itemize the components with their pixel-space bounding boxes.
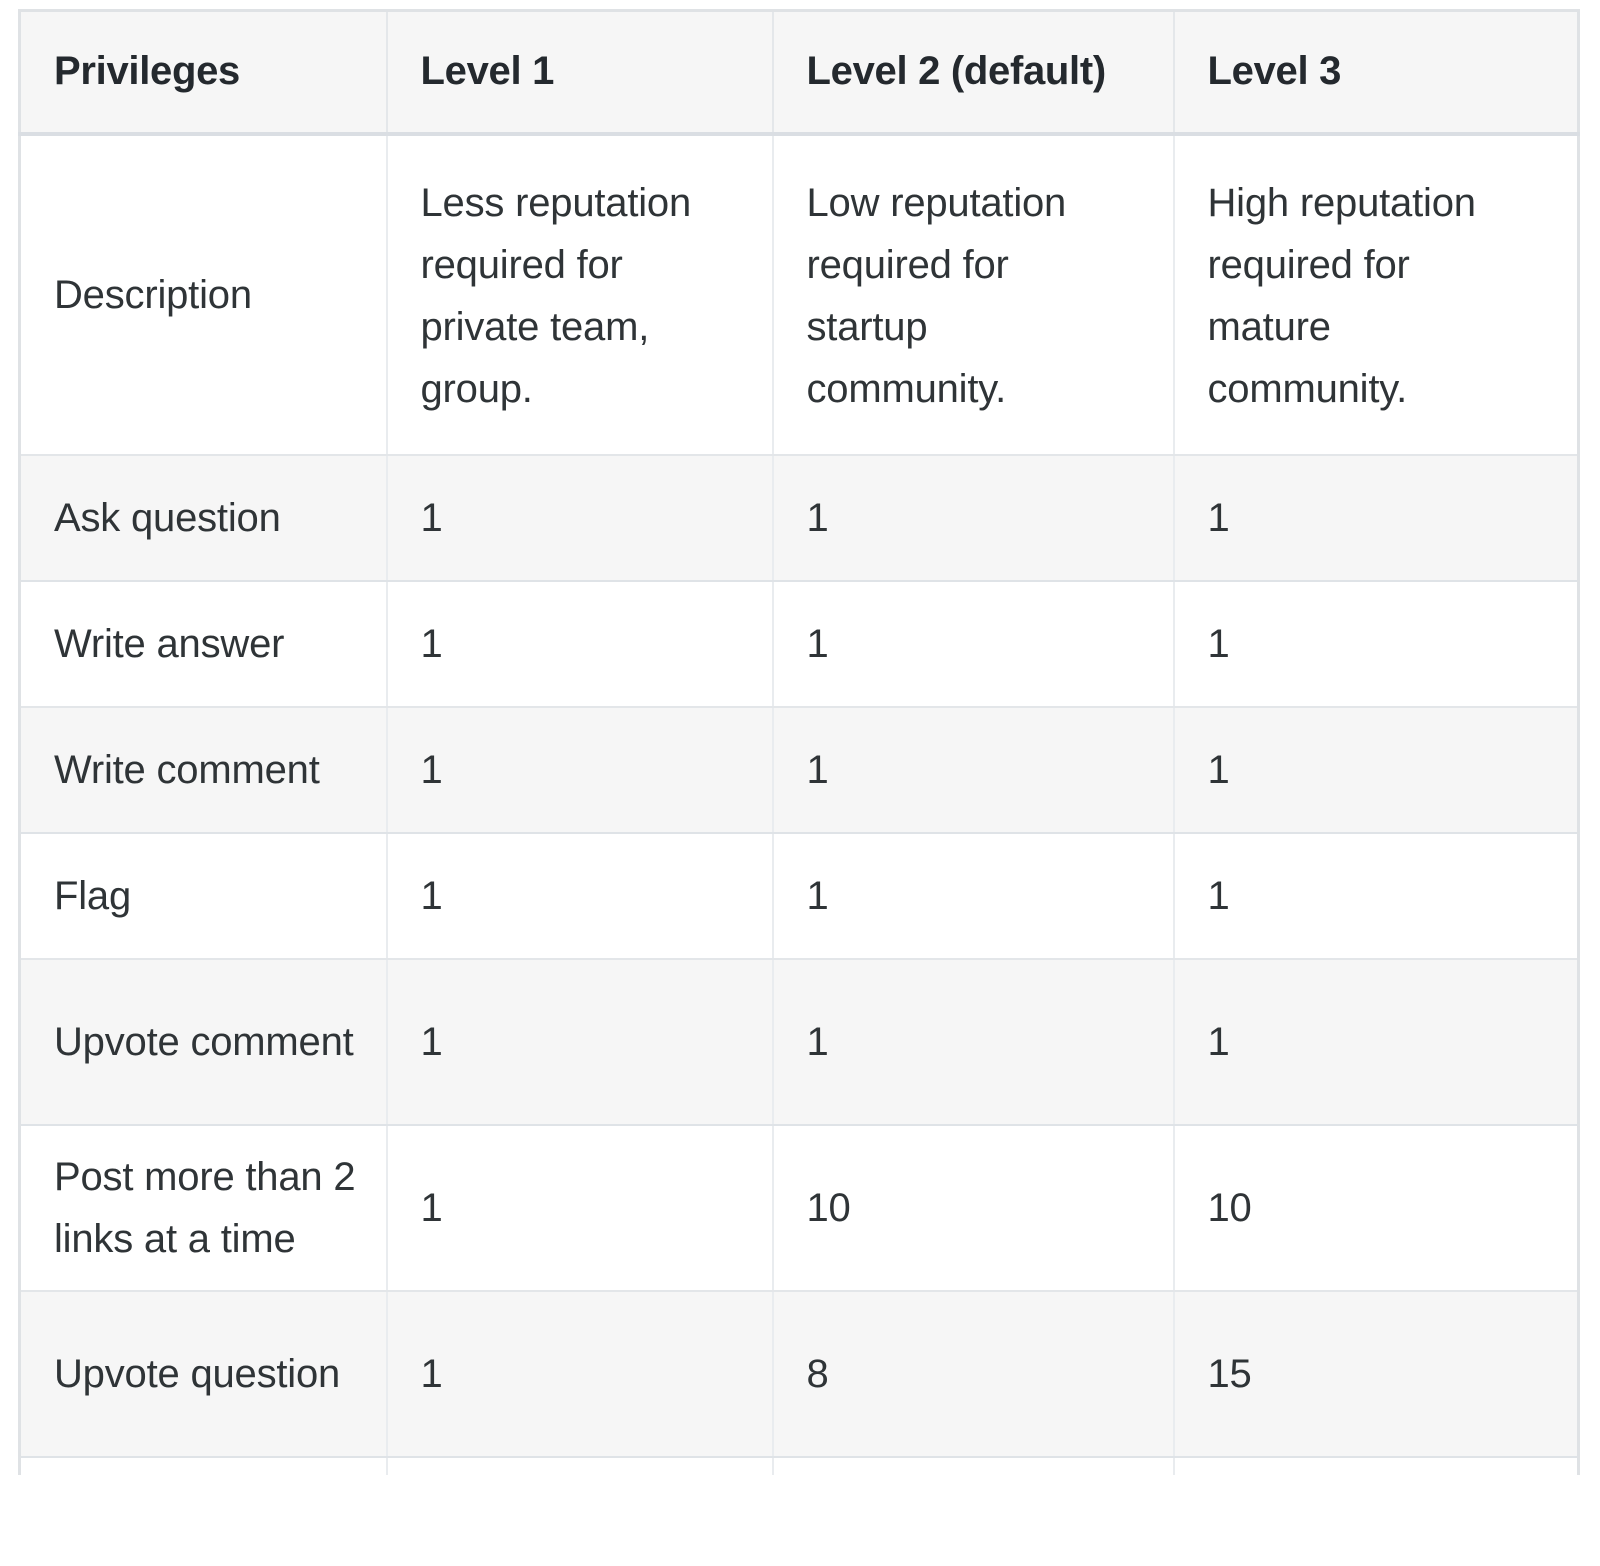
cell-post-links-level-3: 10 bbox=[1173, 1124, 1579, 1292]
cell-flag-level-2: 1 bbox=[772, 832, 1175, 960]
cell-ask-question-level-3: 1 bbox=[1173, 454, 1579, 582]
column-header-level-2: Level 2 (default) bbox=[772, 10, 1175, 136]
cell-post-links-level-1: 1 bbox=[386, 1124, 774, 1292]
table-row-write-answer: Write answer 1 1 1 bbox=[19, 580, 1579, 708]
privileges-table-page: Privileges Level 1 Level 2 (default) Lev… bbox=[0, 0, 1600, 1566]
row-label-description: Description bbox=[19, 133, 388, 456]
column-header-level-3: Level 3 bbox=[1173, 10, 1579, 136]
cell-post-links-level-2: 10 bbox=[772, 1124, 1175, 1292]
row-label-upvote-comment: Upvote comment bbox=[19, 958, 388, 1126]
row-label-upvote-comment-text: Upvote comment bbox=[54, 1019, 354, 1064]
row-label-post-more-than-2-links: Post more than 2 links at a time bbox=[19, 1124, 388, 1292]
privileges-table: Privileges Level 1 Level 2 (default) Lev… bbox=[18, 9, 1580, 1475]
table-row-upvote-question: Upvote question 1 8 15 bbox=[19, 1290, 1579, 1458]
column-header-privileges: Privileges bbox=[19, 10, 388, 136]
cell-upvote-question-level-1: 1 bbox=[386, 1290, 774, 1458]
cell-partial-4 bbox=[1173, 1456, 1579, 1475]
table-header-row: Privileges Level 1 Level 2 (default) Lev… bbox=[19, 10, 1579, 136]
cell-write-comment-level-3: 1 bbox=[1173, 706, 1579, 834]
cell-write-comment-level-2: 1 bbox=[772, 706, 1175, 834]
row-label-flag: Flag bbox=[19, 832, 388, 960]
cell-write-answer-level-2: 1 bbox=[772, 580, 1175, 708]
row-label-post-more-than-2-links-text: Post more than 2 links at a time bbox=[54, 1154, 356, 1261]
table-header: Privileges Level 1 Level 2 (default) Lev… bbox=[19, 10, 1579, 136]
row-label-ask-question: Ask question bbox=[19, 454, 388, 582]
cell-ask-question-level-1: 1 bbox=[386, 454, 774, 582]
cell-upvote-comment-level-2: 1 bbox=[772, 958, 1175, 1126]
cell-flag-level-1: 1 bbox=[386, 832, 774, 960]
cell-write-comment-level-1: 1 bbox=[386, 706, 774, 834]
table-row-partial-cutoff bbox=[19, 1456, 1579, 1475]
cell-partial-3 bbox=[772, 1456, 1175, 1475]
cell-write-answer-level-1: 1 bbox=[386, 580, 774, 708]
cell-description-level-3-text: High reputation required for mature comm… bbox=[1207, 180, 1476, 411]
cell-description-level-3: High reputation required for mature comm… bbox=[1173, 133, 1579, 456]
cell-description-level-2-text: Low reputation required for startup comm… bbox=[806, 180, 1067, 411]
table-row-write-comment: Write comment 1 1 1 bbox=[19, 706, 1579, 834]
cell-upvote-comment-level-3: 1 bbox=[1173, 958, 1579, 1126]
row-label-write-answer: Write answer bbox=[19, 580, 388, 708]
table-row-upvote-comment: Upvote comment 1 1 1 bbox=[19, 958, 1579, 1126]
cell-upvote-question-level-3: 15 bbox=[1173, 1290, 1579, 1458]
cell-ask-question-level-2: 1 bbox=[772, 454, 1175, 582]
cell-partial-1 bbox=[19, 1456, 388, 1475]
row-label-write-comment: Write comment bbox=[19, 706, 388, 834]
row-label-upvote-question-text: Upvote question bbox=[54, 1351, 341, 1396]
cell-upvote-question-level-2: 8 bbox=[772, 1290, 1175, 1458]
table-row-flag: Flag 1 1 1 bbox=[19, 832, 1579, 960]
cell-description-level-1: Less reputation required for private tea… bbox=[386, 133, 774, 456]
cell-upvote-comment-level-1: 1 bbox=[386, 958, 774, 1126]
cell-flag-level-3: 1 bbox=[1173, 832, 1579, 960]
table-row-description: Description Less reputation required for… bbox=[19, 133, 1579, 456]
cell-write-answer-level-3: 1 bbox=[1173, 580, 1579, 708]
table-row-post-more-than-2-links: Post more than 2 links at a time 1 10 10 bbox=[19, 1124, 1579, 1292]
row-label-upvote-question: Upvote question bbox=[19, 1290, 388, 1458]
column-header-level-1: Level 1 bbox=[386, 10, 774, 136]
table-row-ask-question: Ask question 1 1 1 bbox=[19, 454, 1579, 582]
cell-description-level-1-text: Less reputation required for private tea… bbox=[420, 180, 692, 411]
cell-description-level-2: Low reputation required for startup comm… bbox=[772, 133, 1175, 456]
table-body: Description Less reputation required for… bbox=[19, 133, 1579, 1475]
cell-partial-2 bbox=[386, 1456, 774, 1475]
